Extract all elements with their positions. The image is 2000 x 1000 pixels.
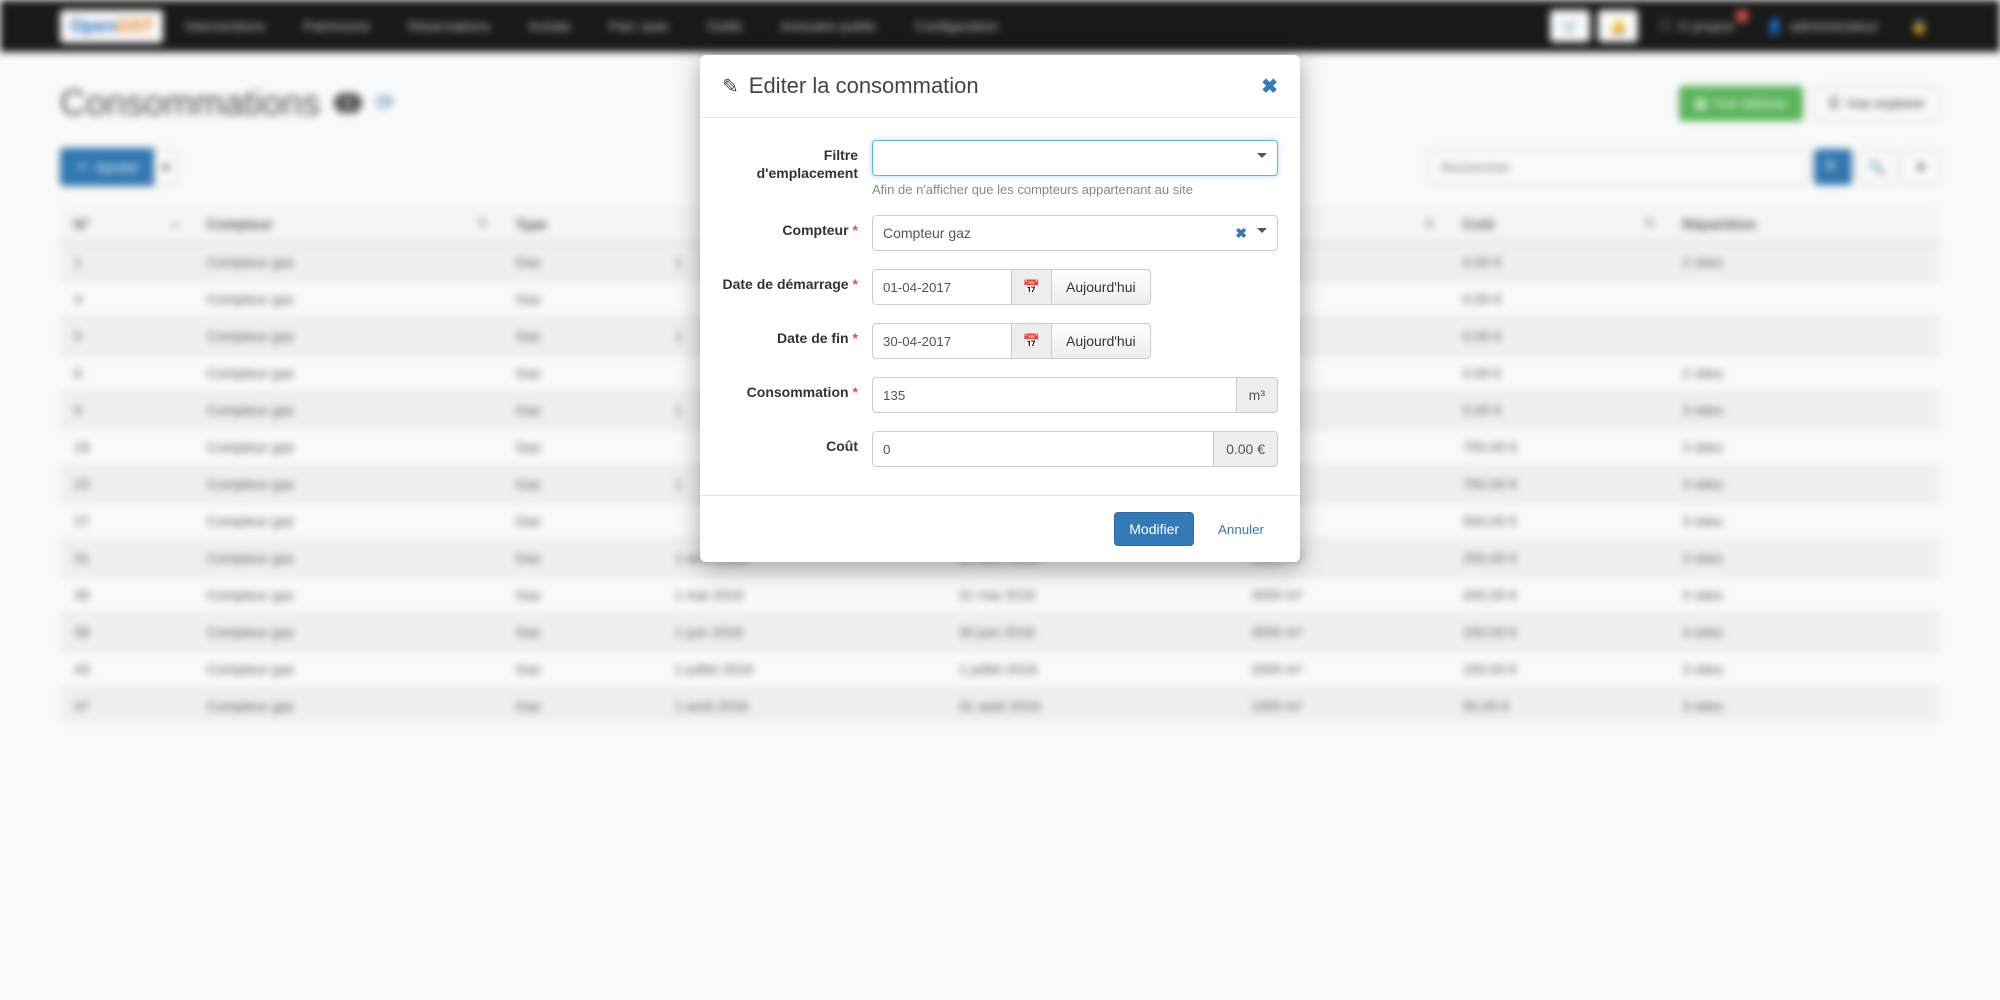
required-mark: * [853, 276, 858, 292]
label-filter: Filtre d'emplacement [722, 140, 872, 182]
close-button[interactable]: ✖ [1261, 74, 1278, 99]
submit-button[interactable]: Modifier [1114, 512, 1194, 546]
cost-input[interactable] [872, 431, 1214, 467]
cost-suffix: 0.00 € [1214, 431, 1278, 467]
calendar-icon: 📅 [1023, 279, 1040, 296]
cancel-label: Annuler [1218, 522, 1264, 537]
filter-help: Afin de n'afficher que les compteurs app… [872, 182, 1278, 197]
calendar-button[interactable]: 📅 [1012, 269, 1052, 305]
today-label: Aujourd'hui [1066, 279, 1136, 295]
required-mark: * [853, 384, 858, 400]
today-end-button[interactable]: Aujourd'hui [1052, 323, 1151, 359]
label-cost: Coût [722, 431, 872, 455]
compteur-value: Compteur gaz [883, 225, 971, 241]
date-end-input[interactable] [872, 323, 1012, 359]
modal-title: Editer la consommation [749, 73, 979, 99]
required-mark: * [853, 330, 858, 346]
calendar-icon: 📅 [1023, 333, 1040, 350]
consumption-unit: m³ [1237, 377, 1278, 413]
filter-select[interactable] [872, 140, 1278, 176]
today-start-button[interactable]: Aujourd'hui [1052, 269, 1151, 305]
consumption-input[interactable] [872, 377, 1237, 413]
compteur-select[interactable]: Compteur gaz ✖ [872, 215, 1278, 251]
cancel-button[interactable]: Annuler [1204, 512, 1278, 546]
label-date-start: Date de démarrage* [722, 269, 872, 293]
required-mark: * [853, 222, 858, 238]
caret-down-icon [1257, 228, 1267, 238]
label-compteur: Compteur* [722, 215, 872, 239]
today-label: Aujourd'hui [1066, 333, 1136, 349]
pencil-icon [722, 73, 739, 99]
calendar-button[interactable]: 📅 [1012, 323, 1052, 359]
submit-label: Modifier [1129, 521, 1179, 537]
date-start-input[interactable] [872, 269, 1012, 305]
edit-consumption-modal: Editer la consommation ✖ Filtre d'emplac… [700, 55, 1300, 562]
clear-icon[interactable]: ✖ [1235, 225, 1247, 242]
label-conso: Consommation* [722, 377, 872, 401]
label-date-end: Date de fin* [722, 323, 872, 347]
caret-down-icon [1257, 153, 1267, 163]
